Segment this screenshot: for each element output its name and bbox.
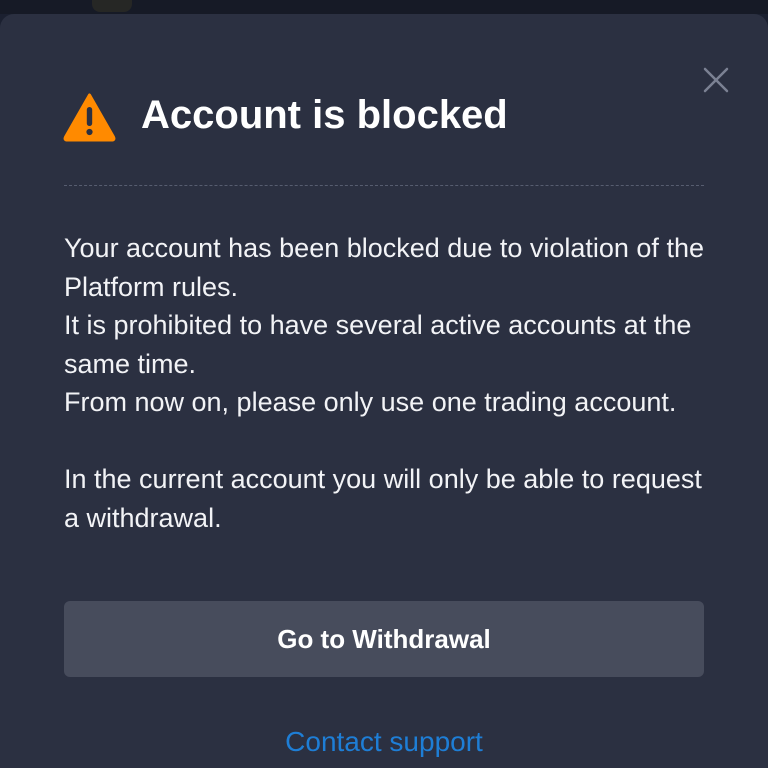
dialog-title: Account is blocked bbox=[141, 93, 508, 137]
dialog-message: Your account has been blocked due to vio… bbox=[64, 229, 714, 537]
close-icon bbox=[703, 67, 729, 93]
message-paragraph-prohibition: It is prohibited to have several active … bbox=[64, 310, 692, 379]
warning-triangle-icon bbox=[63, 93, 116, 142]
message-paragraph-withdrawal: In the current account you will only be … bbox=[64, 464, 702, 533]
close-button[interactable] bbox=[700, 64, 732, 96]
background-app-element bbox=[92, 0, 132, 12]
title-divider bbox=[64, 185, 704, 186]
contact-support-link[interactable]: Contact support bbox=[0, 723, 768, 761]
message-paragraph-instruction: From now on, please only use one trading… bbox=[64, 387, 677, 417]
message-paragraph-violation: Your account has been blocked due to vio… bbox=[64, 233, 704, 302]
go-to-withdrawal-button[interactable]: Go to Withdrawal bbox=[64, 601, 704, 677]
account-blocked-dialog: Account is blocked Your account has been… bbox=[0, 14, 768, 768]
